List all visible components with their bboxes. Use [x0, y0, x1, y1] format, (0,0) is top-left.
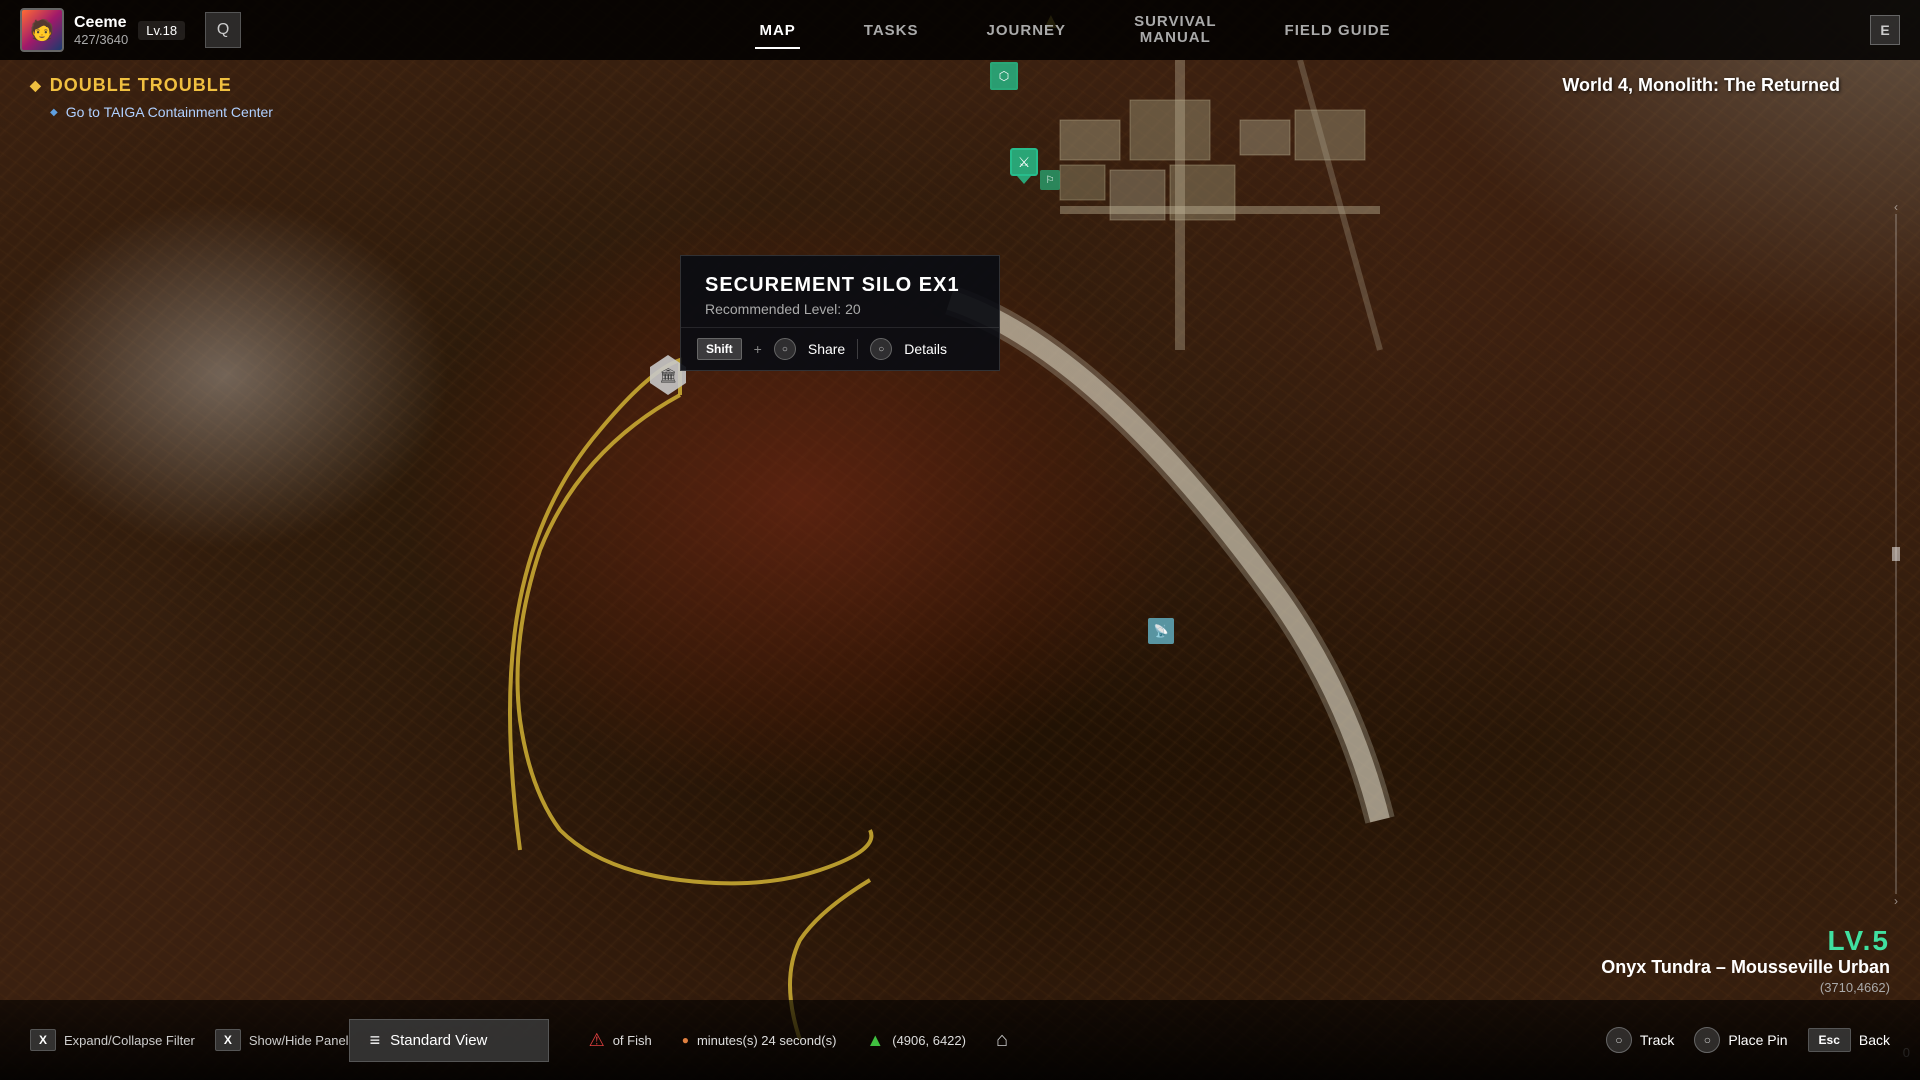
tooltip-details-label[interactable]: Details [904, 341, 947, 357]
back-label: Back [1859, 1032, 1890, 1048]
tab-survival-manual[interactable]: SURVIVAL MANUAL [1130, 6, 1220, 55]
shift-key-badge: Shift [697, 338, 742, 360]
status-position: ▲ (4906, 6422) [866, 1030, 966, 1051]
tooltip-location-name: SECUREMENT SILO EX1 [705, 274, 975, 297]
tooltip-mouse-icon: ○ [774, 338, 796, 360]
tooltip-details-icon: ○ [870, 338, 892, 360]
back-action[interactable]: Esc Back [1808, 1028, 1890, 1052]
navigation-tabs: MAP TASKS JOURNEY SURVIVAL MANUAL FIELD … [280, 6, 1870, 55]
player-avatar: 🧑 [20, 8, 64, 52]
position-arrow-icon: ▲ [866, 1030, 884, 1051]
tooltip-header: SECUREMENT SILO EX1 Recommended Level: 2… [681, 256, 999, 328]
tooltip-recommended-level: Recommended Level: 20 [705, 301, 975, 317]
quest-title: DOUBLE TROUBLE [30, 75, 273, 96]
status-warning: ⚠ of Fish [589, 1030, 652, 1051]
home-icon: ⌂ [996, 1029, 1008, 1052]
show-hide-hint: X Show/Hide Panel [215, 1029, 349, 1051]
tooltip-plus: + [754, 341, 762, 357]
tooltip-share-label[interactable]: Share [808, 341, 845, 357]
place-pin-label: Place Pin [1728, 1032, 1787, 1048]
show-hide-label: Show/Hide Panel [249, 1033, 349, 1048]
scrollbar-track [1895, 214, 1897, 894]
status-home: ⌂ [996, 1029, 1008, 1052]
area-level: LV.5 [1601, 925, 1890, 957]
warning-icon: ⚠ [589, 1030, 605, 1051]
bottom-bar: X Expand/Collapse Filter X Show/Hide Pan… [0, 1000, 1920, 1080]
scroll-arrow-up[interactable]: ‹ [1892, 200, 1900, 214]
x-key-2: X [215, 1029, 241, 1051]
inventory-button[interactable]: Q [205, 12, 241, 48]
expand-filter-hint: X Expand/Collapse Filter [30, 1029, 195, 1051]
world-label: World 4, Monolith: The Returned [1562, 75, 1840, 96]
tab-tasks[interactable]: TASKS [860, 14, 923, 47]
track-action[interactable]: ○ Track [1606, 1027, 1674, 1053]
player-info: 🧑 Ceeme 427/3640 Lv.18 Q [0, 8, 280, 52]
timer-text: minutes(s) 24 second(s) [697, 1033, 836, 1048]
view-icon: ≡ [370, 1030, 381, 1051]
standard-view-button[interactable]: ≡ Standard View [349, 1019, 549, 1062]
fish-label: of Fish [613, 1033, 652, 1048]
place-pin-action[interactable]: ○ Place Pin [1694, 1027, 1787, 1053]
tooltip-separator [857, 339, 858, 359]
key-hints-left: X Expand/Collapse Filter X Show/Hide Pan… [30, 1029, 349, 1051]
snow-area-west [0, 200, 450, 550]
map-icon-settlement1[interactable]: ⬡ [990, 62, 1018, 90]
expand-filter-label: Expand/Collapse Filter [64, 1033, 195, 1048]
tab-journey[interactable]: JOURNEY [983, 14, 1071, 47]
signal-tower-icon: 📡 [1148, 618, 1174, 644]
map-background: ⬡ ⚔ ⚐ 📡 🏛 ▲ [0, 0, 1920, 1080]
player-xp: 427/3640 [74, 32, 128, 47]
esc-key: Esc [1808, 1028, 1851, 1052]
quest-panel: DOUBLE TROUBLE Go to TAIGA Containment C… [30, 75, 273, 120]
player-level: Lv.18 [138, 21, 185, 40]
standard-view-label: Standard View [390, 1032, 487, 1049]
location-name: Onyx Tundra – Mousseville Urban [1601, 957, 1890, 978]
location-tooltip: SECUREMENT SILO EX1 Recommended Level: 2… [680, 255, 1000, 371]
coordinates-display: (4906, 6422) [892, 1033, 966, 1048]
status-timer: ● minutes(s) 24 second(s) [682, 1033, 837, 1048]
tab-map[interactable]: MAP [755, 14, 799, 47]
tooltip-actions: Shift + ○ Share ○ Details [681, 328, 999, 370]
bottom-actions: ○ Track ○ Place Pin Esc Back [1606, 1027, 1890, 1053]
player-character-marker: ⚔ [1010, 148, 1038, 184]
x-key-1: X [30, 1029, 56, 1051]
tab-field-guide[interactable]: FIELD GUIDE [1281, 14, 1395, 47]
snow-area-northeast [1320, 0, 1920, 400]
place-pin-icon: ○ [1694, 1027, 1720, 1053]
track-icon: ○ [1606, 1027, 1632, 1053]
quest-objective: Go to TAIGA Containment Center [30, 104, 273, 120]
player-name: Ceeme [74, 14, 128, 32]
e-key-button[interactable]: E [1870, 15, 1900, 45]
top-navigation-bar: 🧑 Ceeme 427/3640 Lv.18 Q MAP TASKS JOURN… [0, 0, 1920, 60]
location-coordinates: (3710,4662) [1601, 980, 1890, 995]
scroll-arrow-down[interactable]: › [1892, 894, 1900, 908]
map-scrollbar[interactable]: ‹ › 0 [1892, 200, 1900, 880]
timer-dot: ● [682, 1033, 689, 1047]
bottom-status-bar: ⚠ of Fish ● minutes(s) 24 second(s) ▲ (4… [589, 1029, 1098, 1052]
scrollbar-thumb[interactable] [1892, 547, 1900, 561]
location-info-panel: LV.5 Onyx Tundra – Mousseville Urban (37… [1601, 925, 1890, 995]
player-marker-2: ⚐ [1040, 170, 1060, 190]
track-label: Track [1640, 1032, 1674, 1048]
